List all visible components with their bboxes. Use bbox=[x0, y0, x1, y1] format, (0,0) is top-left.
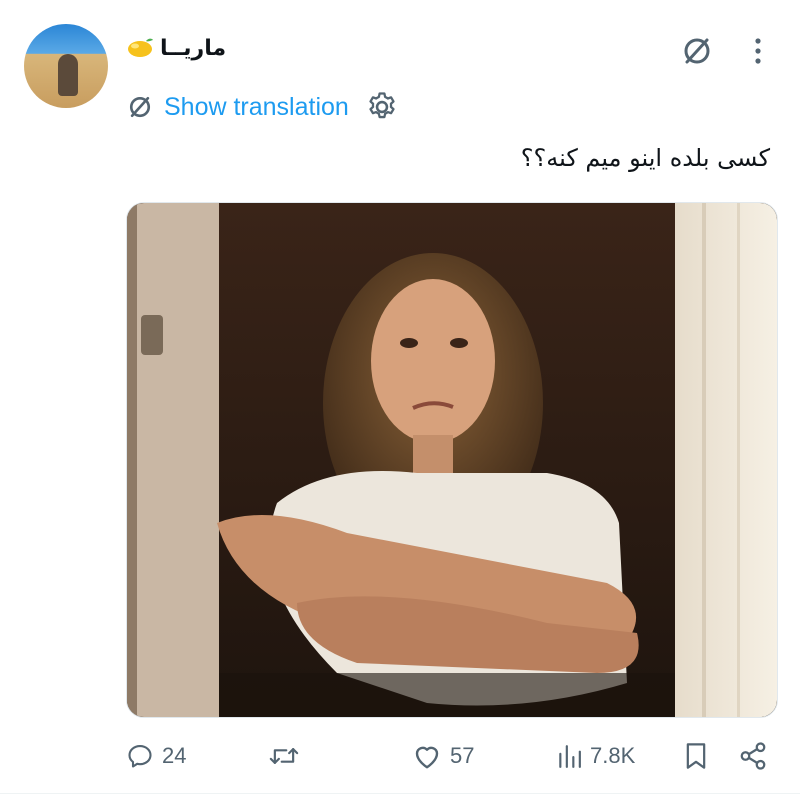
author-name-row[interactable]: ماریــا bbox=[126, 32, 226, 64]
grok-glyph-icon bbox=[684, 38, 710, 64]
grok-translate-icon bbox=[129, 96, 151, 118]
views-count: 7.8K bbox=[590, 743, 636, 768]
lemon-icon bbox=[128, 38, 153, 57]
views-bar-chart-icon bbox=[559, 745, 581, 768]
reply-count: 24 bbox=[162, 743, 187, 768]
share-button[interactable] bbox=[738, 738, 768, 774]
author-avatar[interactable] bbox=[24, 24, 108, 108]
tweet-action-bar: 24 57 7.8K bbox=[126, 738, 776, 774]
show-translation-link[interactable]: Show translation bbox=[164, 93, 349, 122]
tweet-divider bbox=[0, 793, 800, 794]
show-translation-row[interactable]: Show translation bbox=[126, 88, 399, 126]
photo-image bbox=[127, 203, 777, 717]
tweet-photo[interactable] bbox=[126, 202, 778, 718]
more-options-icon[interactable] bbox=[741, 34, 775, 68]
grok-icon[interactable] bbox=[680, 34, 714, 68]
author-name[interactable]: ماریــا bbox=[160, 36, 226, 61]
avatar-person-figure bbox=[58, 54, 78, 96]
share-icon bbox=[740, 742, 766, 770]
retweet-button[interactable] bbox=[268, 738, 308, 774]
like-count: 57 bbox=[450, 743, 475, 768]
retweet-icon bbox=[269, 748, 299, 764]
dots-vertical-icon bbox=[755, 38, 761, 64]
settings-gear-icon[interactable] bbox=[365, 90, 399, 124]
reply-icon bbox=[128, 745, 152, 768]
tweet-text: کسی بلده اینو میم کنه؟؟ bbox=[520, 144, 770, 172]
bookmark-icon bbox=[686, 743, 706, 769]
like-button[interactable]: 57 bbox=[412, 738, 474, 774]
bookmark-button[interactable] bbox=[684, 738, 708, 774]
heart-icon bbox=[415, 746, 439, 769]
reply-button[interactable]: 24 bbox=[126, 738, 186, 774]
views-button[interactable]: 7.8K bbox=[556, 738, 635, 774]
